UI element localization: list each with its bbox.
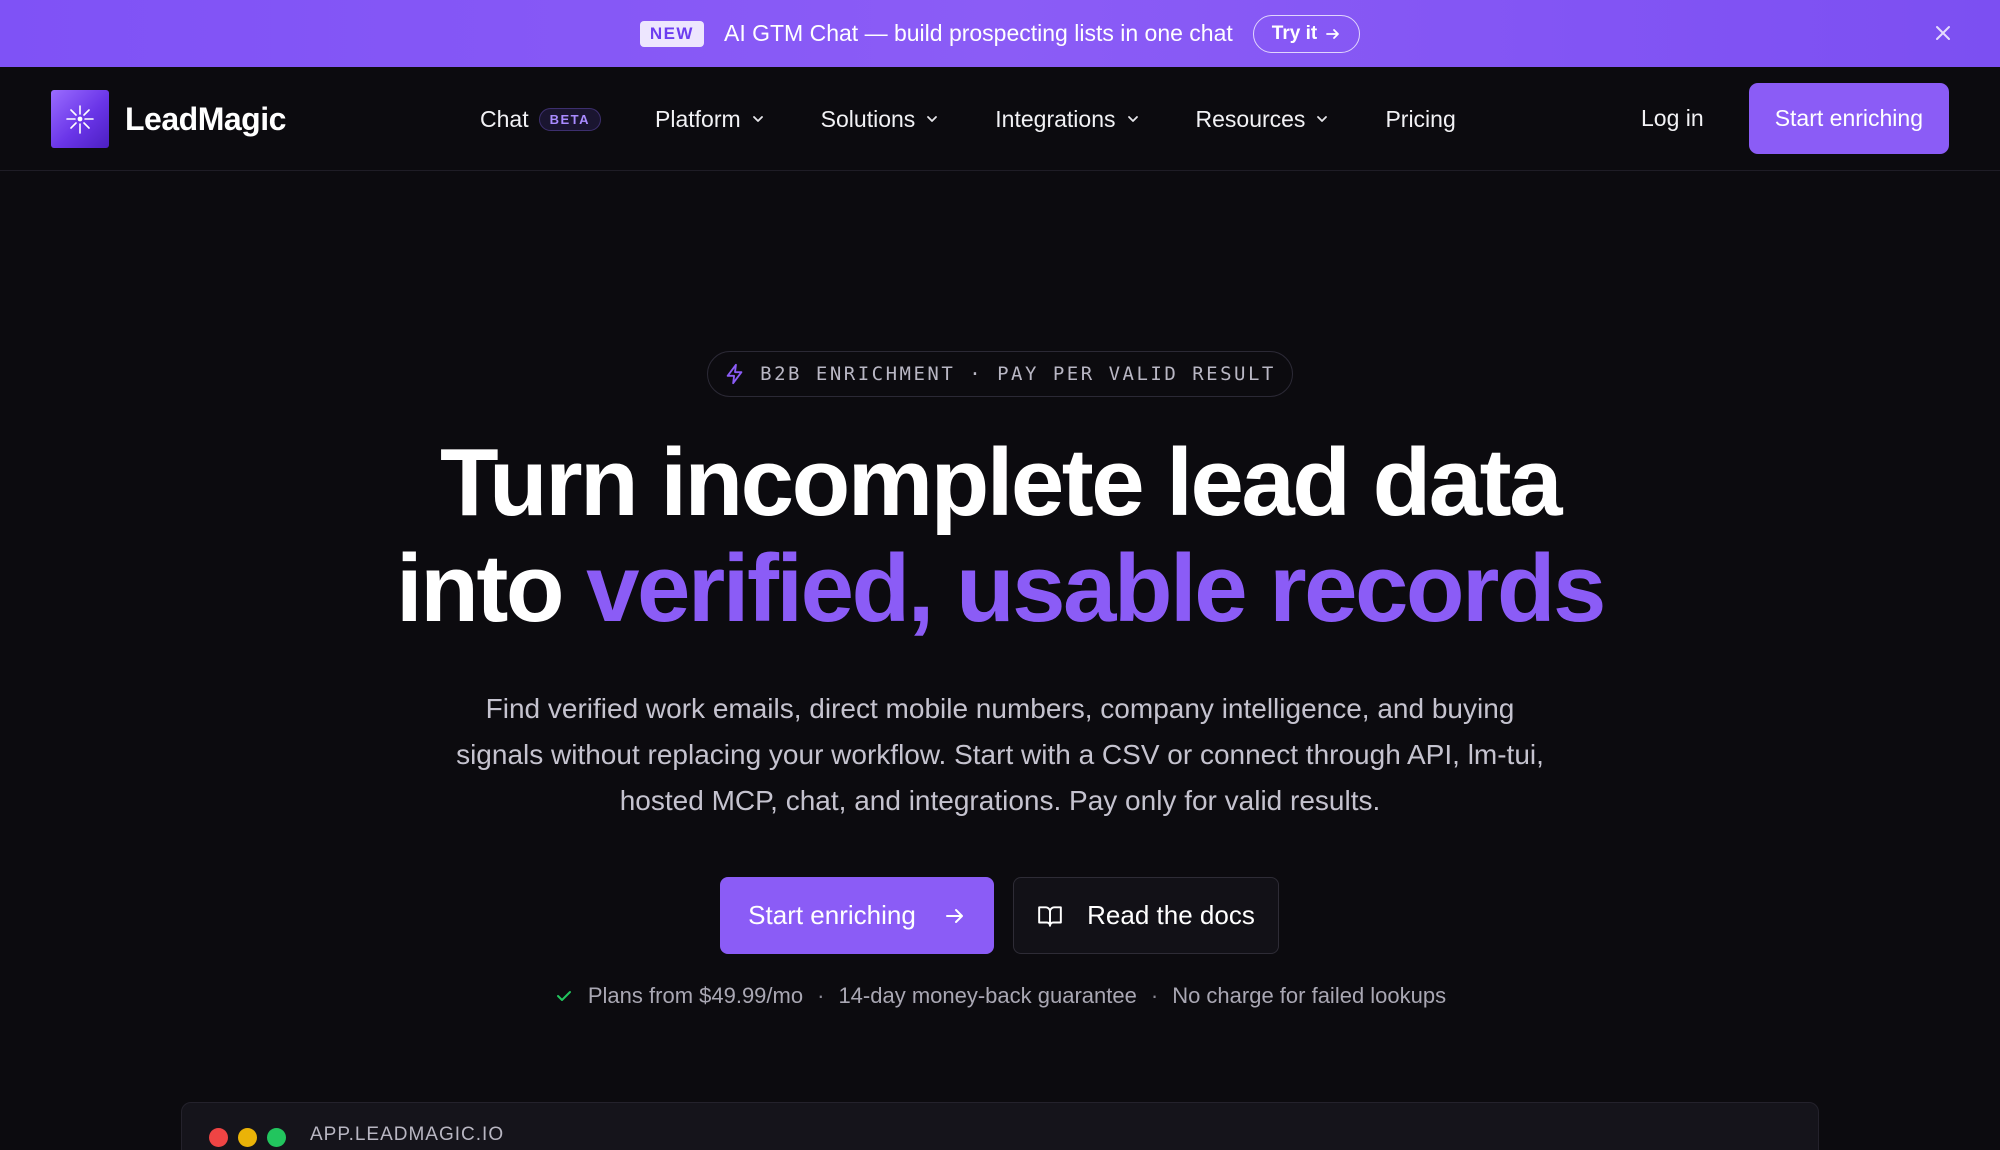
lightning-icon bbox=[726, 363, 743, 385]
maximize-dot-icon bbox=[267, 1128, 286, 1147]
nav-item-pricing[interactable]: Pricing bbox=[1385, 106, 1455, 133]
nav-item-platform[interactable]: Platform bbox=[655, 106, 765, 133]
check-icon bbox=[556, 991, 571, 1001]
nav-item-label: Platform bbox=[655, 105, 741, 132]
chevron-down-icon bbox=[752, 116, 763, 122]
nav-item-label: Chat bbox=[480, 105, 529, 132]
start-enriching-label: Start enriching bbox=[748, 900, 916, 930]
headline-line-2-accent: verified, usable records bbox=[586, 535, 1606, 642]
nav-item-label: Pricing bbox=[1385, 105, 1456, 132]
beta-badge: BETA bbox=[538, 107, 602, 131]
read-docs-label: Read the docs bbox=[1087, 900, 1255, 930]
brand-name: LeadMagic bbox=[125, 100, 286, 137]
nav-item-resources[interactable]: Resources bbox=[1196, 106, 1330, 133]
try-it-button[interactable]: Try it bbox=[1252, 14, 1361, 53]
arrow-right-icon bbox=[1326, 28, 1340, 39]
arrow-right-icon bbox=[945, 908, 963, 923]
start-enriching-nav-button[interactable]: Start enriching bbox=[1748, 83, 1949, 154]
perk-separator: · bbox=[817, 983, 825, 1008]
login-link[interactable]: Log in bbox=[1641, 105, 1704, 132]
perk-no-charge: No charge for failed lookups bbox=[1172, 983, 1447, 1008]
start-enriching-button[interactable]: Start enriching bbox=[720, 877, 994, 954]
chevron-down-icon bbox=[1127, 116, 1138, 122]
announcement-bar: NEW AI GTM Chat — build prospecting list… bbox=[0, 0, 2000, 67]
new-badge: NEW bbox=[639, 20, 704, 47]
nav-item-label: Resources bbox=[1195, 105, 1306, 132]
try-it-label: Try it bbox=[1271, 22, 1318, 44]
window-controls bbox=[209, 1128, 286, 1147]
app-window-preview: APP.LEADMAGIC.IO bbox=[181, 1102, 1819, 1150]
sparkle-wand-icon bbox=[51, 90, 109, 148]
headline-line-1: Turn incomplete lead data bbox=[440, 429, 1562, 536]
minimize-dot-icon bbox=[238, 1128, 257, 1147]
perk-separator: · bbox=[1150, 983, 1159, 1008]
top-navigation: LeadMagic Chat BETA Platform Solutions I… bbox=[0, 67, 2000, 171]
perk-guarantee: 14-day money-back guarantee bbox=[838, 983, 1137, 1008]
hero-subtitle: Find verified work emails, direct mobile… bbox=[456, 693, 1544, 816]
nav-item-solutions[interactable]: Solutions bbox=[821, 106, 940, 133]
app-url: APP.LEADMAGIC.IO bbox=[310, 1124, 505, 1145]
nav-actions: Log in Start enriching bbox=[1641, 83, 1949, 154]
chevron-down-icon bbox=[1317, 116, 1328, 122]
perks-row: Plans from $49.99/mo · 14-day money-back… bbox=[0, 983, 2000, 1009]
hero-headline: Turn incomplete lead data into verified,… bbox=[0, 430, 2000, 642]
chevron-down-icon bbox=[927, 116, 938, 122]
nav-item-chat[interactable]: Chat BETA bbox=[480, 105, 602, 133]
headline-line-2-plain: into bbox=[396, 535, 564, 642]
brand-logo[interactable]: LeadMagic bbox=[51, 90, 286, 148]
category-pill-text: B2B ENRICHMENT · PAY PER VALID RESULT bbox=[760, 363, 1276, 385]
category-pill: B2B ENRICHMENT · PAY PER VALID RESULT bbox=[707, 351, 1293, 397]
perk-plans: Plans from $49.99/mo bbox=[587, 983, 804, 1008]
close-dot-icon bbox=[209, 1128, 228, 1147]
nav-item-integrations[interactable]: Integrations bbox=[995, 106, 1139, 133]
nav-item-label: Solutions bbox=[820, 105, 916, 132]
announcement-message: AI GTM Chat — build prospecting lists in… bbox=[723, 20, 1233, 46]
book-open-icon bbox=[1038, 905, 1062, 927]
main-menu: Chat BETA Platform Solutions Integration… bbox=[480, 67, 1456, 171]
read-docs-button[interactable]: Read the docs bbox=[1013, 877, 1279, 954]
close-icon[interactable] bbox=[1930, 20, 1956, 46]
nav-item-label: Integrations bbox=[995, 105, 1116, 132]
